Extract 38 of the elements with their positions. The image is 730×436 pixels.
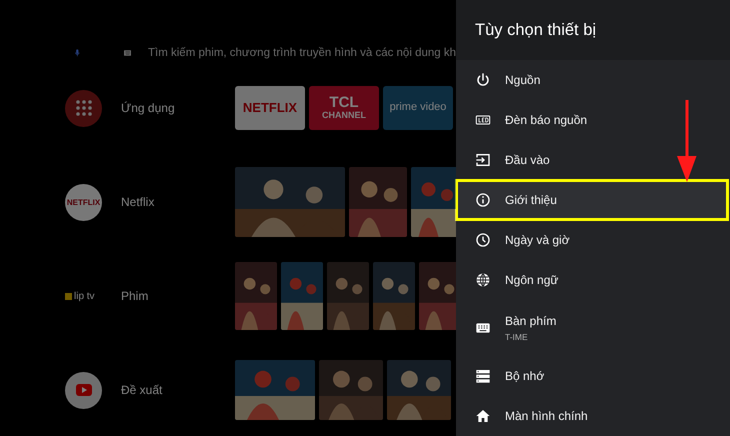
item-subtitle: T-IME: [505, 332, 529, 342]
item-label: Bộ nhớ: [505, 369, 544, 383]
item-label: Đèn báo nguồn: [505, 113, 588, 127]
netflix-logo: NETFLIX: [65, 184, 102, 220]
panel-title: Tùy chọn thiết bị: [475, 20, 596, 40]
apps-icon: [65, 90, 102, 126]
power-icon: [475, 72, 491, 88]
menu-item[interactable]: Bàn phím T-IME: [456, 300, 730, 356]
menu-item[interactable]: Màn hình chính: [456, 396, 730, 436]
item-label: Ngôn ngữ: [505, 273, 558, 287]
menu-item[interactable]: Đầu vào: [456, 140, 730, 180]
menu-item[interactable]: Đèn báo nguồn: [456, 100, 730, 140]
menu-item[interactable]: Giới thiệu: [456, 180, 728, 220]
item-label: Màn hình chính: [505, 409, 588, 423]
play-icon: [65, 372, 102, 408]
item-label: Giới thiệu: [505, 193, 557, 207]
menu-item[interactable]: Nguồn: [456, 60, 730, 100]
row-label: Ứng dụng: [121, 101, 175, 115]
home-icon: [475, 408, 491, 424]
row-label: Netflix: [121, 195, 154, 209]
clip-logo: lip tv: [65, 290, 102, 302]
input-icon: [475, 152, 491, 168]
clock-icon: [475, 232, 491, 248]
item-label: Nguồn: [505, 73, 540, 87]
row-label: Đề xuất: [121, 383, 162, 397]
item-label: Ngày và giờ: [505, 233, 570, 247]
globe-icon: [475, 272, 491, 288]
menu-item[interactable]: Ngôn ngữ: [456, 260, 730, 300]
menu-item[interactable]: Ngày và giờ: [456, 220, 730, 260]
item-label: Đầu vào: [505, 153, 550, 167]
item-label: Bàn phím: [505, 314, 556, 328]
info-icon: [475, 192, 491, 208]
menu-item[interactable]: Bộ nhớ: [456, 356, 730, 396]
storage-icon: [475, 368, 491, 384]
search-field[interactable]: Tìm kiếm phim, chương trình truyền hình và các nội dung kh: [148, 47, 456, 59]
row-label: Phim: [121, 289, 148, 303]
keyboard-icon[interactable]: [124, 47, 131, 59]
app-tile[interactable]: prime video: [383, 86, 453, 130]
